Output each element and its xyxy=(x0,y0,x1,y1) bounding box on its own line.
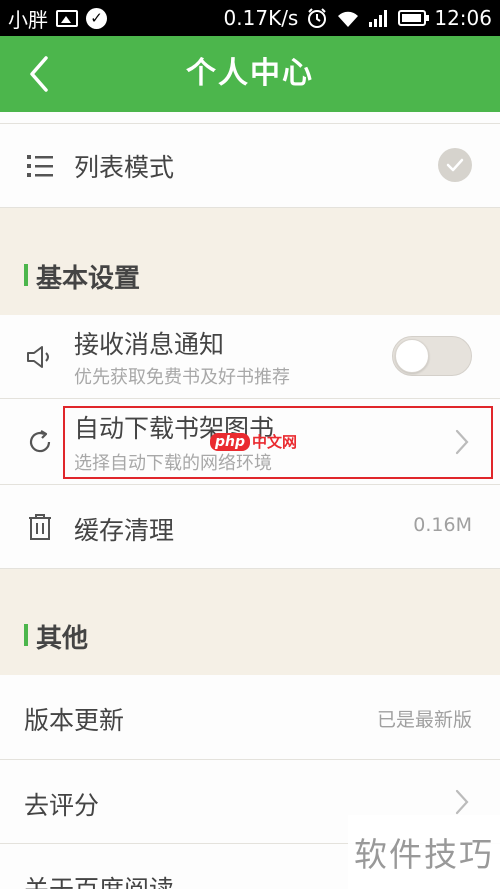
version-row[interactable]: 版本更新 已是最新版 xyxy=(0,675,500,760)
clock: 12:06 xyxy=(434,6,492,30)
check-notification-icon: ✓ xyxy=(86,7,107,29)
toggle-knob xyxy=(395,339,429,373)
signal-icon xyxy=(369,10,388,27)
section-title: 基本设置 xyxy=(36,264,141,294)
section-other: 其他 xyxy=(0,569,500,675)
list-item xyxy=(0,112,500,124)
about-title: 关于百度阅读 xyxy=(24,870,174,889)
speaker-icon xyxy=(24,341,56,373)
cache-row[interactable]: 缓存清理 0.16M xyxy=(0,485,500,569)
trash-icon xyxy=(24,511,56,543)
notifications-title: 接收消息通知 xyxy=(74,330,225,359)
version-status: 已是最新版 xyxy=(376,709,472,731)
chevron-right-icon xyxy=(455,789,469,815)
section-accent-bar xyxy=(24,624,28,646)
network-speed: 0.17K/s xyxy=(223,6,299,30)
status-left: 小胖 ✓ xyxy=(8,4,107,33)
list-mode-label: 列表模式 xyxy=(74,153,175,182)
rate-title: 去评分 xyxy=(24,791,100,820)
list-icon xyxy=(24,150,56,182)
refresh-icon xyxy=(24,426,56,458)
status-bar: 小胖 ✓ 0.17K/s 12:06 xyxy=(0,0,500,36)
section-title: 其他 xyxy=(36,624,89,654)
section-accent-bar xyxy=(24,264,28,286)
wifi-icon xyxy=(338,11,359,27)
app-header: 个人中心 xyxy=(0,36,500,112)
check-icon xyxy=(446,158,464,172)
php-watermark: php 中文网 xyxy=(210,431,297,452)
section-basic-settings: 基本设置 xyxy=(0,208,500,315)
page-title: 个人中心 xyxy=(186,56,314,91)
list-mode-check[interactable] xyxy=(438,148,472,182)
notifications-row[interactable]: 接收消息通知 优先获取免费书及好书推荐 xyxy=(0,315,500,399)
battery-icon xyxy=(398,10,430,26)
cache-title: 缓存清理 xyxy=(74,516,175,545)
notifications-toggle[interactable] xyxy=(392,336,472,376)
corner-watermark: 软件技巧 xyxy=(348,815,500,889)
list-mode-row[interactable]: 列表模式 xyxy=(0,124,500,208)
carrier-name: 小胖 xyxy=(8,7,48,32)
php-watermark-badge: php xyxy=(210,432,251,451)
alarm-icon xyxy=(308,8,327,28)
notifications-subtitle: 优先获取免费书及好书推荐 xyxy=(74,367,290,388)
image-notification-icon xyxy=(56,9,78,27)
version-title: 版本更新 xyxy=(24,706,125,735)
php-watermark-text: 中文网 xyxy=(252,433,298,451)
status-right: 0.17K/s 12:06 xyxy=(224,6,492,30)
cache-size: 0.16M xyxy=(413,514,472,536)
